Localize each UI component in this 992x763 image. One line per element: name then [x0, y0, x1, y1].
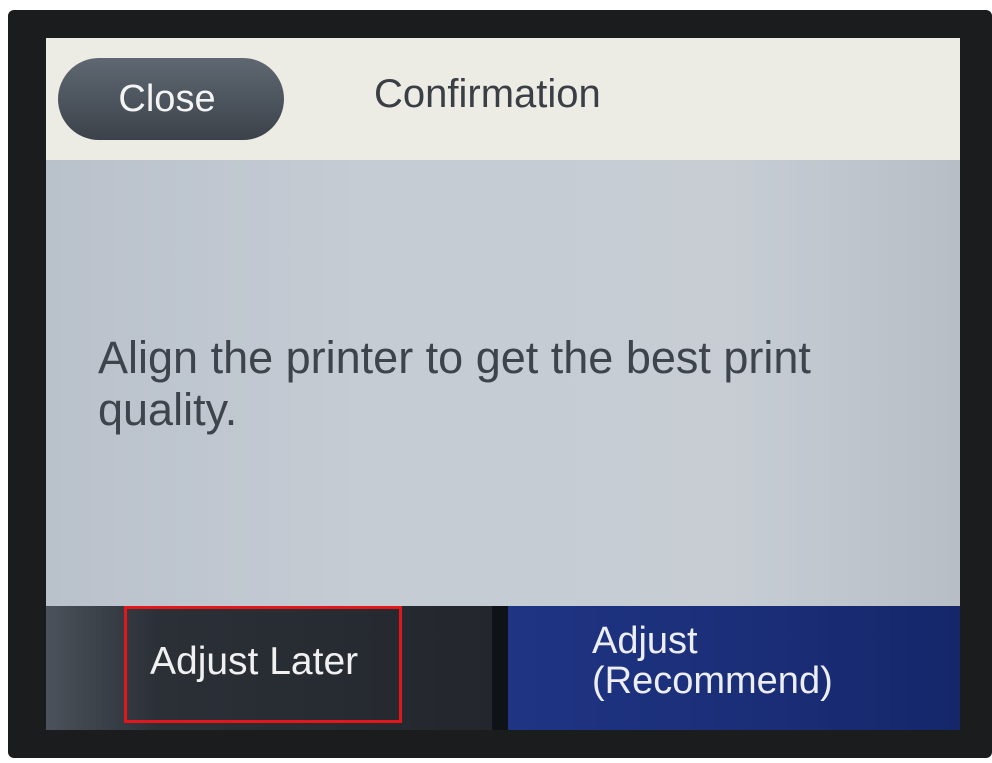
highlight-box: [124, 606, 402, 723]
printer-screen: Close Confirmation Align the printer to …: [46, 38, 960, 730]
dialog-header: Close Confirmation: [46, 38, 960, 160]
adjust-recommend-button[interactable]: Adjust (Recommend): [508, 606, 960, 730]
close-button-label: Close: [118, 77, 216, 120]
adjust-later-button[interactable]: Adjust Later: [46, 606, 492, 730]
adjust-recommend-label: Adjust (Recommend): [592, 620, 833, 702]
dialog-title: Confirmation: [374, 72, 601, 116]
dialog-content: Align the printer to get the best print …: [46, 160, 960, 606]
dialog-message: Align the printer to get the best print …: [98, 332, 811, 436]
close-button[interactable]: Close: [58, 58, 284, 140]
